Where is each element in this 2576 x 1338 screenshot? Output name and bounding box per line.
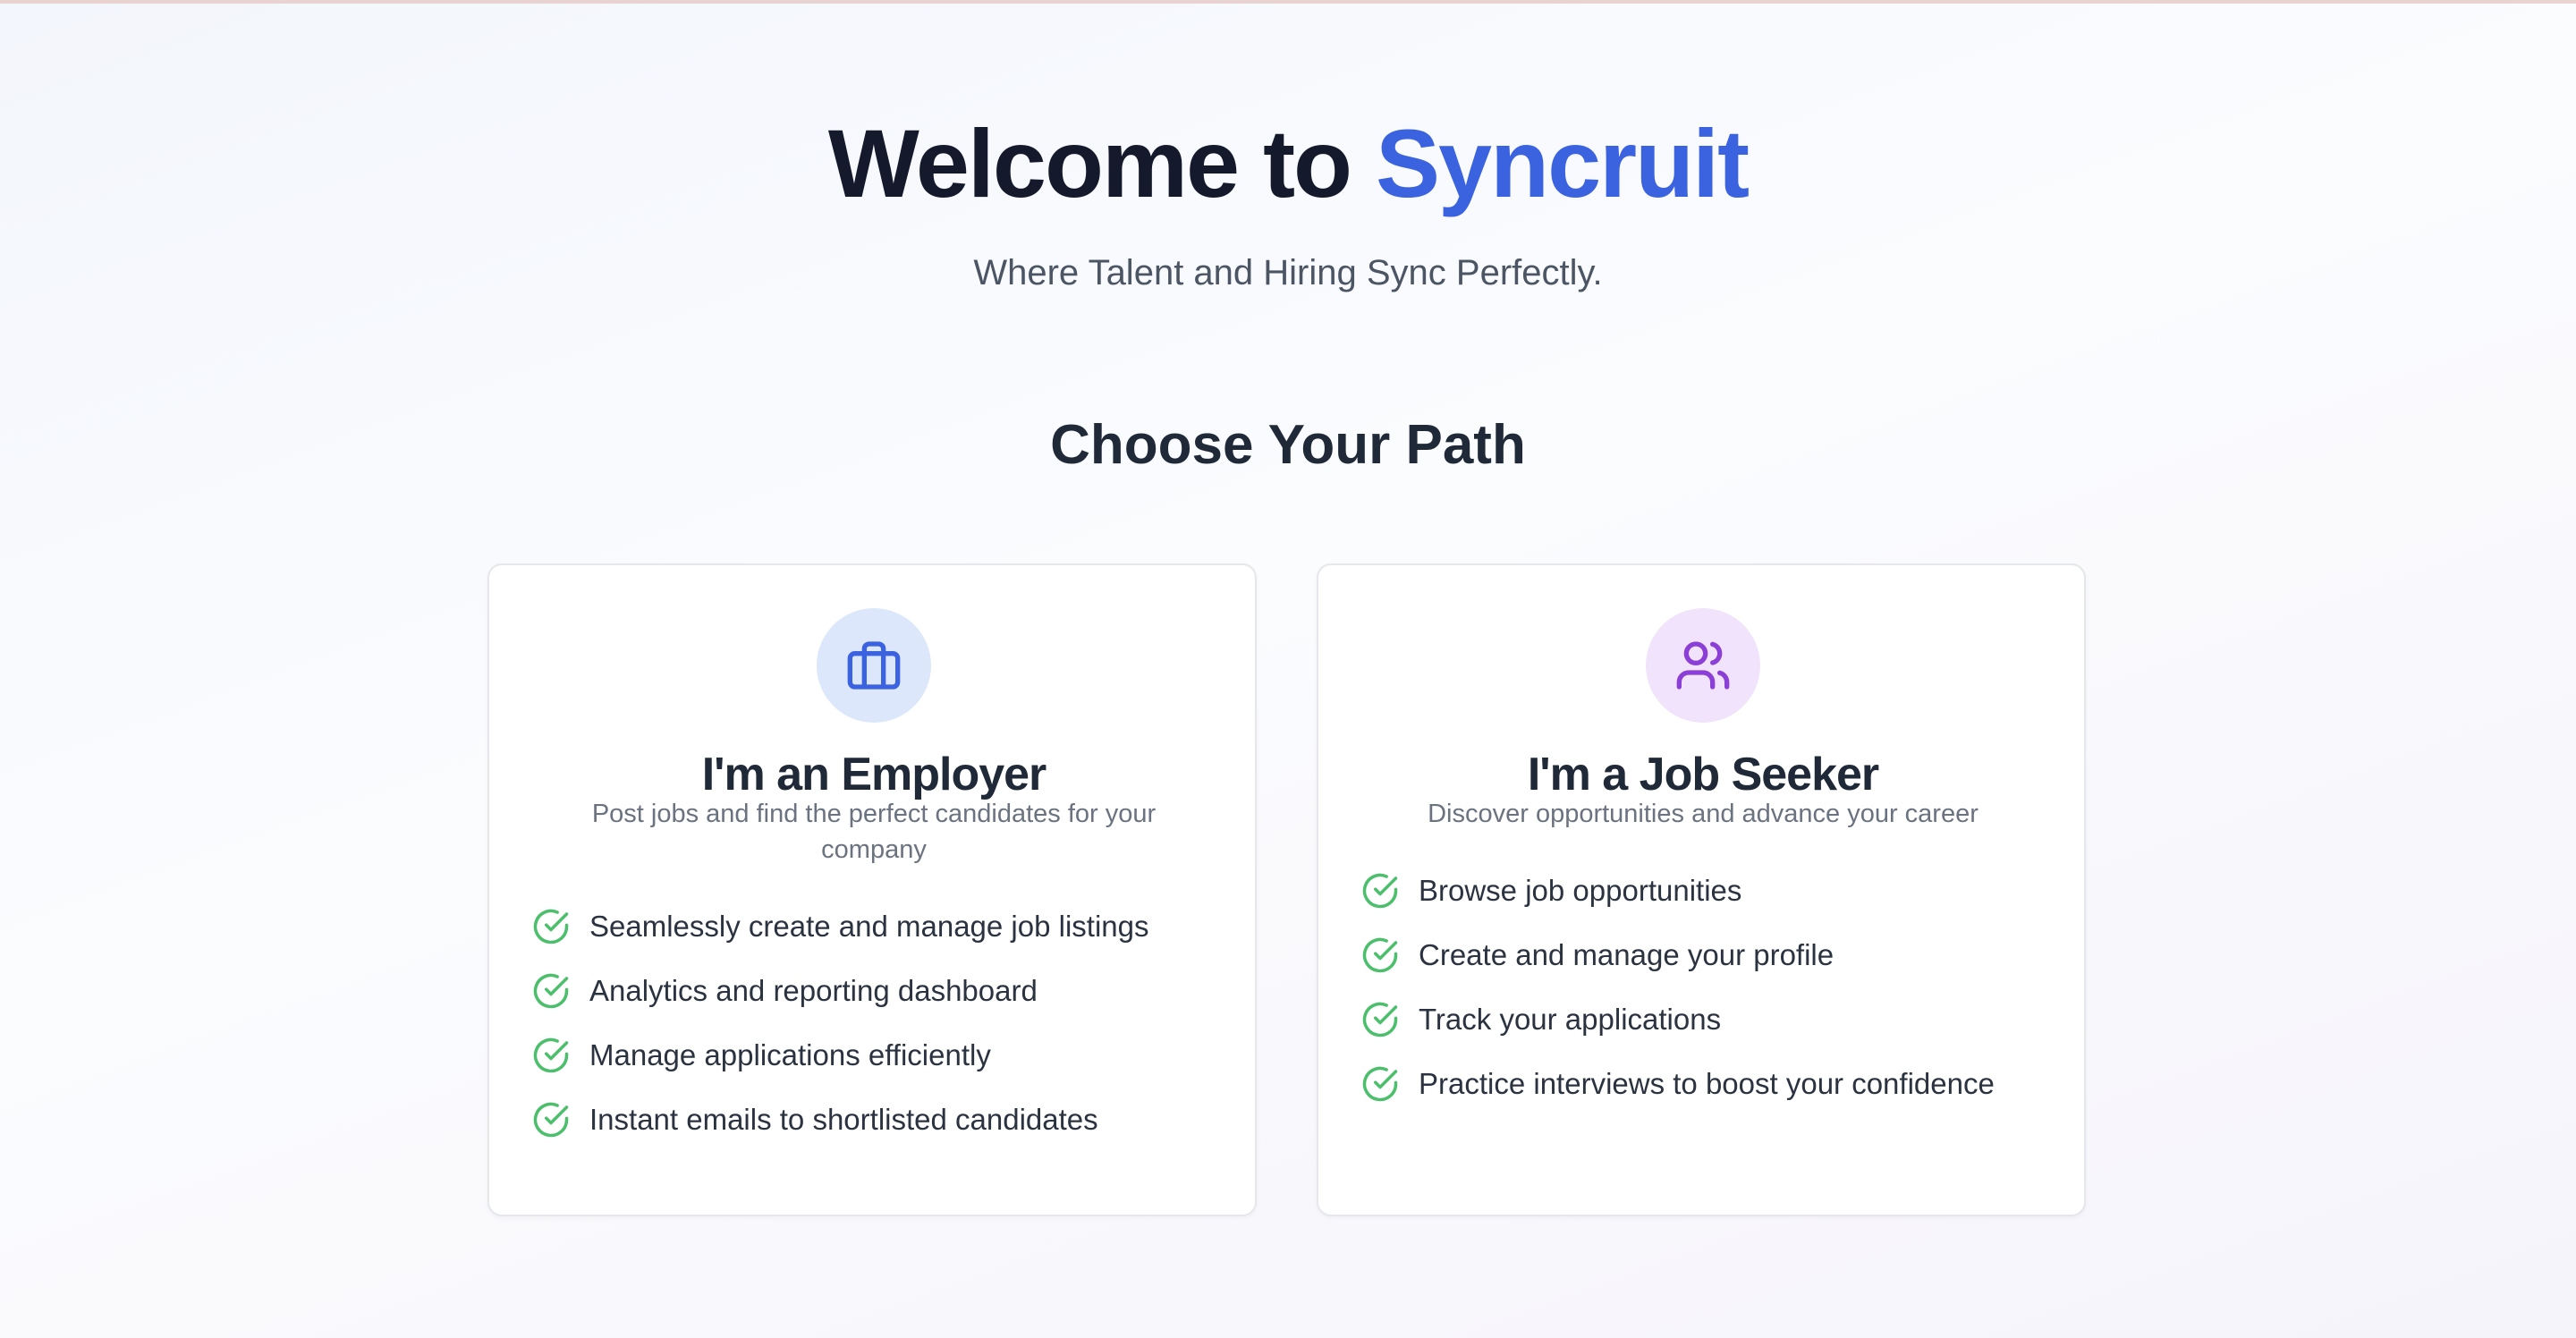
job-seeker-feature-list: Browse job opportunities Create and mana… <box>1361 859 1995 1116</box>
window-top-border <box>0 0 2576 4</box>
users-icon <box>1676 641 1730 690</box>
page-title: Welcome to Syncruit <box>0 106 2576 222</box>
feature-item: Manage applications efficiently <box>532 1023 1149 1088</box>
feature-text: Practice interviews to boost your confid… <box>1419 1067 1995 1100</box>
feature-text: Browse job opportunities <box>1419 874 1742 907</box>
feature-item: Analytics and reporting dashboard <box>532 959 1149 1023</box>
section-title: Choose Your Path <box>1050 414 1526 476</box>
feature-item: Practice interviews to boost your confid… <box>1361 1052 1995 1116</box>
check-circle-icon <box>532 908 570 945</box>
job-seeker-card[interactable]: I'm a Job Seeker Discover opportunities … <box>1317 563 2086 1216</box>
feature-item: Track your applications <box>1361 987 1995 1052</box>
title-prefix: Welcome to <box>827 109 1352 217</box>
check-circle-icon <box>1361 1001 1399 1038</box>
feature-text: Instant emails to shortlisted candidates <box>589 1103 1098 1136</box>
employer-feature-list: Seamlessly create and manage job listing… <box>532 894 1149 1152</box>
check-circle-icon <box>1361 936 1399 974</box>
feature-text: Seamlessly create and manage job listing… <box>589 910 1149 943</box>
check-circle-icon <box>1361 872 1399 910</box>
check-circle-icon <box>1361 1065 1399 1103</box>
check-circle-icon <box>532 1037 570 1074</box>
briefcase-icon <box>847 641 901 690</box>
employer-icon-badge <box>817 608 931 723</box>
feature-text: Manage applications efficiently <box>589 1038 991 1071</box>
feature-item: Browse job opportunities <box>1361 859 1995 923</box>
check-circle-icon <box>532 1101 570 1139</box>
feature-text: Analytics and reporting dashboard <box>589 974 1038 1007</box>
check-circle-icon <box>532 972 570 1010</box>
feature-item: Create and manage your profile <box>1361 923 1995 987</box>
feature-text: Create and manage your profile <box>1419 938 1835 971</box>
job-seeker-card-description: Discover opportunities and advance your … <box>1428 800 1979 828</box>
employer-card-description: Post jobs and find the perfect candidate… <box>591 800 1157 864</box>
job-seeker-card-title: I'm a Job Seeker <box>1527 749 1879 800</box>
employer-card[interactable]: I'm an Employer Post jobs and find the p… <box>487 563 1257 1216</box>
brand-name: Syncruit <box>1376 109 1750 217</box>
feature-text: Track your applications <box>1419 1003 1722 1036</box>
tagline: Where Talent and Hiring Sync Perfectly. <box>973 253 1603 292</box>
feature-item: Instant emails to shortlisted candidates <box>532 1088 1149 1152</box>
feature-item: Seamlessly create and manage job listing… <box>532 894 1149 959</box>
employer-card-title: I'm an Employer <box>701 749 1047 800</box>
seeker-icon-badge <box>1646 608 1760 723</box>
